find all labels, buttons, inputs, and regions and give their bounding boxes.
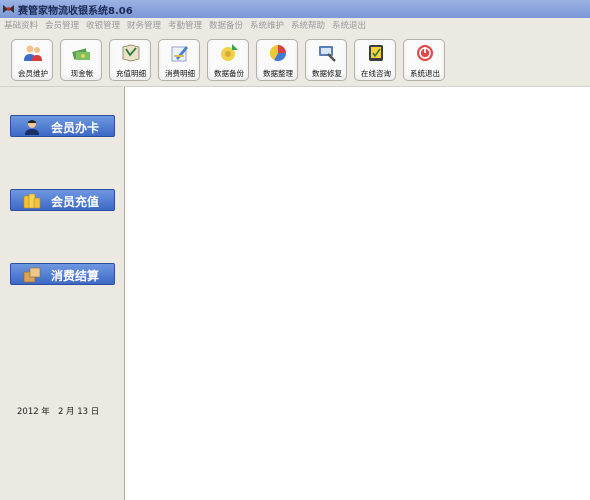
consumption-detail-icon (171, 46, 188, 62)
data-backup-label: 数据备份 (214, 69, 244, 78)
consumption-checkout-label: 消费结算 (51, 269, 100, 283)
cash-account-button[interactable]: 现金帐 (60, 39, 102, 81)
current-date: 2012 年 2 月 13 日 (17, 407, 100, 417)
backup-icon (221, 44, 238, 61)
member-card-button[interactable]: 会员办卡 (10, 115, 115, 137)
online-help-icon (369, 45, 383, 61)
menu-member-management[interactable]: 会员管理 (45, 19, 79, 31)
menu-attendance-management[interactable]: 考勤管理 (168, 19, 202, 31)
menu-bar: 基础资料 会员管理 收银管理 财务管理 考勤管理 数据备份 系统维护 系统帮助 … (0, 18, 590, 32)
menu-system-help[interactable]: 系统帮助 (291, 19, 325, 31)
data-backup-button[interactable]: 数据备份 (207, 39, 249, 81)
member-maintenance-label: 会员维护 (18, 69, 48, 78)
member-recharge-button[interactable]: 会员充值 (10, 189, 115, 211)
online-consult-label: 在线咨询 (361, 69, 391, 78)
left-panel: 会员办卡 会员充值 消费结算 2012 年 2 月 13 日 (0, 87, 124, 500)
menu-data-backup[interactable]: 数据备份 (209, 19, 243, 31)
coins-icon (23, 193, 41, 209)
menu-cashier-management[interactable]: 收银管理 (86, 19, 120, 31)
cash-icon (72, 48, 90, 60)
recharge-detail-icon (122, 44, 140, 62)
member-card-icon (25, 120, 39, 135)
checkout-icon (23, 267, 41, 283)
cash-account-label: 现金帐 (70, 69, 94, 78)
recharge-detail-button[interactable]: 充值明细 (109, 39, 151, 81)
member-recharge-label: 会员充值 (51, 195, 100, 209)
member-maintenance-button[interactable]: 会员维护 (11, 39, 53, 81)
menu-system-maintenance[interactable]: 系统维护 (250, 19, 284, 31)
members-icon (24, 45, 42, 61)
recharge-detail-label: 充值明细 (116, 69, 146, 78)
data-repair-button[interactable]: 数据修复 (305, 39, 347, 81)
repair-data-icon (319, 46, 336, 62)
title-bar: 赛管家物流收银系统8.06 (0, 0, 590, 18)
member-card-label: 会员办卡 (51, 121, 100, 135)
organize-data-icon (269, 44, 287, 62)
exit-icon (417, 45, 433, 61)
menu-system-exit[interactable]: 系统退出 (332, 19, 366, 31)
data-organize-label: 数据整理 (263, 69, 293, 78)
app-logo-icon (3, 5, 14, 13)
consumption-detail-button[interactable]: 消费明细 (158, 39, 200, 81)
data-repair-label: 数据修复 (312, 69, 342, 78)
data-organize-button[interactable]: 数据整理 (256, 39, 298, 81)
menu-basic-data[interactable]: 基础资料 (4, 19, 38, 31)
consumption-detail-label: 消费明细 (165, 69, 195, 78)
online-consult-button[interactable]: 在线咨询 (354, 39, 396, 81)
window-title: 赛管家物流收银系统8.06 (18, 6, 133, 17)
toolbar: 会员维护 现金帐 充值明细 消费明细 数据备份 数据整理 数据修复 在线咨询 系… (0, 32, 590, 87)
menu-finance-management[interactable]: 财务管理 (127, 19, 161, 31)
system-exit-label: 系统退出 (410, 69, 440, 78)
consumption-checkout-button[interactable]: 消费结算 (10, 263, 115, 285)
main-content-area (124, 87, 590, 500)
system-exit-button[interactable]: 系统退出 (403, 39, 445, 81)
